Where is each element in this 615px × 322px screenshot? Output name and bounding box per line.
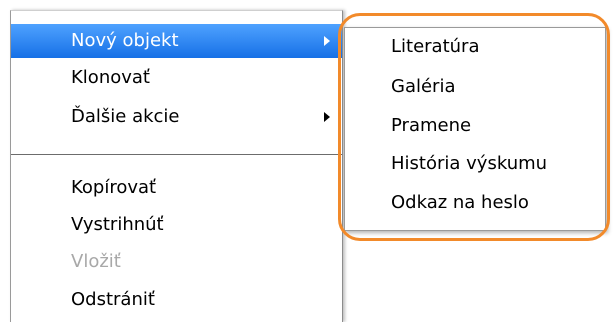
submenu-item-label: Odkaz na heslo	[391, 192, 529, 213]
chevron-right-icon	[324, 112, 330, 122]
submenu-item-label: Literatúra	[391, 36, 480, 57]
submenu-item-label: Pramene	[391, 115, 472, 136]
submenu-item-historia-vyskumu[interactable]: História výskumu	[345, 149, 605, 179]
context-menu: Nový objekt Klonovať Ďalšie akcie Kopíro…	[10, 10, 343, 322]
screenshot-stage: Nový objekt Klonovať Ďalšie akcie Kopíro…	[0, 0, 615, 322]
menu-separator	[11, 154, 342, 155]
menu-item-label: Ďalšie akcie	[71, 106, 180, 127]
menu-item-label: Vystrihnúť	[71, 214, 164, 235]
submenu-novy-objekt: Literatúra Galéria Pramene História výsk…	[344, 27, 606, 231]
chevron-right-icon	[324, 36, 330, 46]
menu-item-label: Nový objekt	[71, 30, 179, 51]
menu-item-label: Vložiť	[71, 251, 121, 272]
submenu-item-galeria[interactable]: Galéria	[345, 72, 605, 102]
menu-item-novy-objekt[interactable]: Nový objekt	[11, 24, 342, 58]
menu-item-label: Klonovať	[71, 67, 150, 88]
menu-item-vystrihnut[interactable]: Vystrihnúť	[11, 208, 342, 242]
menu-item-odstranit[interactable]: Odstrániť	[11, 283, 342, 317]
menu-item-klonovat[interactable]: Klonovať	[11, 61, 342, 95]
submenu-item-label: Galéria	[391, 76, 456, 97]
submenu-item-label: História výskumu	[391, 153, 548, 174]
menu-item-label: Kopírovať	[71, 177, 157, 198]
menu-item-label: Odstrániť	[71, 289, 155, 310]
menu-item-kopirovat[interactable]: Kopírovať	[11, 171, 342, 205]
submenu-item-literatura[interactable]: Literatúra	[345, 32, 605, 62]
menu-item-vlozit: Vložiť	[11, 245, 342, 279]
menu-item-dalsie-akcie[interactable]: Ďalšie akcie	[11, 100, 342, 134]
submenu-item-odkaz-na-heslo[interactable]: Odkaz na heslo	[345, 188, 605, 218]
submenu-item-pramene[interactable]: Pramene	[345, 111, 605, 141]
